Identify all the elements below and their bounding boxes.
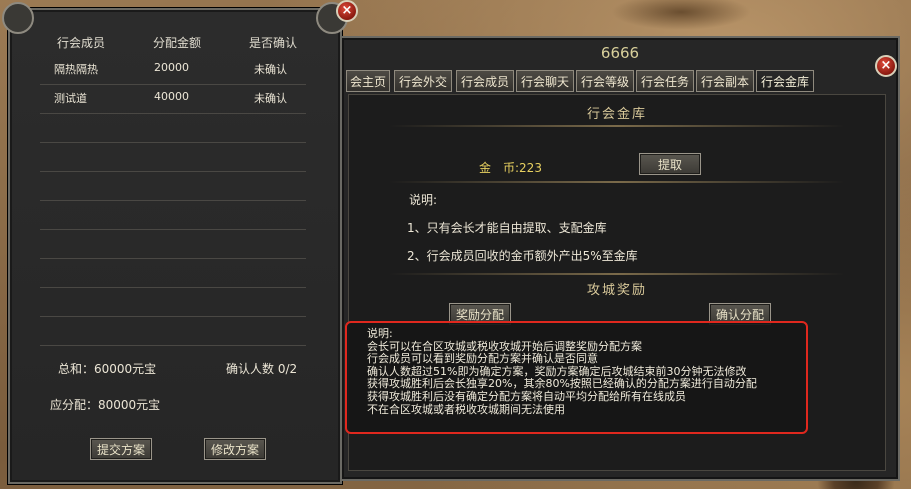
member-amount: 40000 [154, 90, 189, 103]
member-name: 隔热隔热 [54, 63, 98, 76]
note-item: 2、行会成员回收的金币额外产出5%至金库 [407, 249, 638, 263]
close-icon[interactable]: × [336, 0, 358, 22]
divider [389, 273, 845, 275]
divider [389, 125, 845, 127]
column-header-amount: 分配金额 [152, 36, 201, 50]
divider [389, 181, 845, 183]
reward-allocation-panel: 行会成员 分配金额 是否确认 隔热隔热 20000 未确认 测试道 40000 … [2, 2, 348, 484]
panel-corner-ornament [2, 2, 34, 34]
allocation-table: 隔热隔热 20000 未确认 测试道 40000 未确认 [40, 56, 306, 346]
notes-title: 说明: [409, 193, 438, 207]
notice-line: 获得攻城胜利后没有确定分配方案将自动平均分配给所有在线成员 [367, 389, 686, 403]
member-status: 未确认 [254, 63, 287, 76]
table-row-empty [40, 317, 306, 346]
member-name: 测试道 [54, 92, 87, 105]
tab-treasury[interactable]: 行会金库 [756, 70, 814, 92]
withdraw-button[interactable]: 提取 [639, 153, 701, 175]
close-icon[interactable]: × [875, 55, 897, 77]
allocation-table-header: 行会成员 分配金额 是否确认 [10, 34, 340, 52]
guild-name-title: 6666 [600, 44, 640, 62]
table-row-empty [40, 259, 306, 288]
submit-plan-button[interactable]: 提交方案 [90, 438, 152, 460]
table-row-empty [40, 143, 306, 172]
tab-quests[interactable]: 行会任务 [636, 70, 694, 92]
total-amount: 总和：60000元宝 [58, 362, 157, 376]
note-item: 1、只有会长才能自由提取、支配金库 [407, 221, 607, 235]
tab-level[interactable]: 行会等级 [576, 70, 634, 92]
gold-balance: 金 币:223 [479, 161, 542, 175]
table-row-empty [40, 201, 306, 230]
table-row-empty [40, 172, 306, 201]
notice-line: 说明: [367, 327, 393, 340]
siege-reward-title: 攻城奖励 [586, 283, 647, 298]
member-amount: 20000 [154, 61, 189, 74]
window-titlebar[interactable]: 6666 [350, 40, 890, 64]
siege-rules-notice: 说明: 会长可以在合区攻城或税收攻城开始后调整奖励分配方案 行会成员可以看到奖励… [345, 321, 808, 434]
table-row[interactable]: 测试道 40000 未确认 [40, 85, 306, 114]
notice-line: 行会成员可以看到奖励分配方案并确认是否同意 [367, 352, 598, 366]
treasury-title: 行会金库 [586, 107, 647, 122]
tab-chat[interactable]: 行会聊天 [516, 70, 574, 92]
due-amount: 应分配：80000元宝 [50, 398, 161, 412]
column-header-member: 行会成员 [56, 36, 105, 50]
table-row-empty [40, 114, 306, 143]
table-row[interactable]: 隔热隔热 20000 未确认 [40, 56, 306, 85]
tab-members[interactable]: 行会成员 [456, 70, 514, 92]
member-status: 未确认 [254, 92, 287, 105]
table-row-empty [40, 230, 306, 259]
confirm-count: 确认人数 0/2 [226, 362, 298, 376]
background-decoration [611, 0, 751, 30]
modify-plan-button[interactable]: 修改方案 [204, 438, 266, 460]
tab-diplomacy[interactable]: 行会外交 [394, 70, 452, 92]
tab-dungeon[interactable]: 行会副本 [696, 70, 754, 92]
tab-home[interactable]: 会主页 [346, 70, 390, 92]
column-header-confirmed: 是否确认 [248, 36, 297, 50]
notice-line: 不在合区攻城或者税收攻城期间无法使用 [367, 402, 565, 416]
table-row-empty [40, 288, 306, 317]
